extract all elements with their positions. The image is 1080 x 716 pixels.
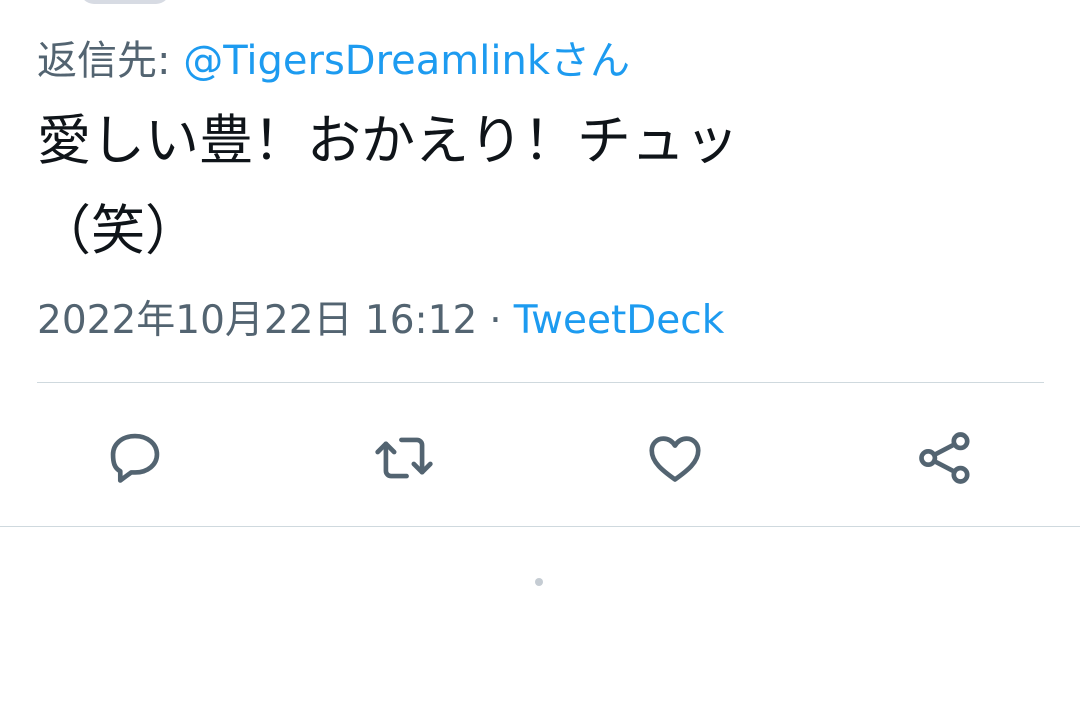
speech-bubble-icon (110, 433, 160, 483)
action-bar (0, 410, 1080, 506)
section-divider (0, 526, 1080, 527)
loading-indicator (535, 578, 543, 586)
retweet-button[interactable] (372, 426, 436, 490)
avatar[interactable] (80, 0, 170, 4)
tweet-source-link[interactable]: TweetDeck (514, 298, 725, 343)
heart-icon (649, 436, 701, 482)
tweet-text-line: 愛しい豊！おかえり！チュッ (37, 109, 739, 172)
divider (37, 382, 1044, 383)
tweet-text-line: （笑） (37, 199, 199, 262)
reply-prefix: 返信先: (37, 38, 184, 84)
tweet-text: 愛しい豊！おかえり！チュッ （笑） (37, 96, 937, 276)
reply-button[interactable] (103, 426, 167, 490)
like-button[interactable] (643, 426, 707, 490)
share-icon (919, 432, 970, 484)
meta-separator: · (489, 298, 502, 343)
reply-suffix: さん (550, 38, 630, 84)
share-button[interactable] (913, 426, 977, 490)
tweet-meta: 2022年10月22日 16:12 · TweetDeck (37, 296, 724, 346)
reply-handle-link[interactable]: @TigersDreamlink (183, 38, 550, 84)
retweet-icon (375, 437, 433, 479)
reply-context: 返信先: @TigersDreamlinkさん (37, 36, 630, 86)
tweet-timestamp[interactable]: 2022年10月22日 16:12 (37, 298, 477, 343)
